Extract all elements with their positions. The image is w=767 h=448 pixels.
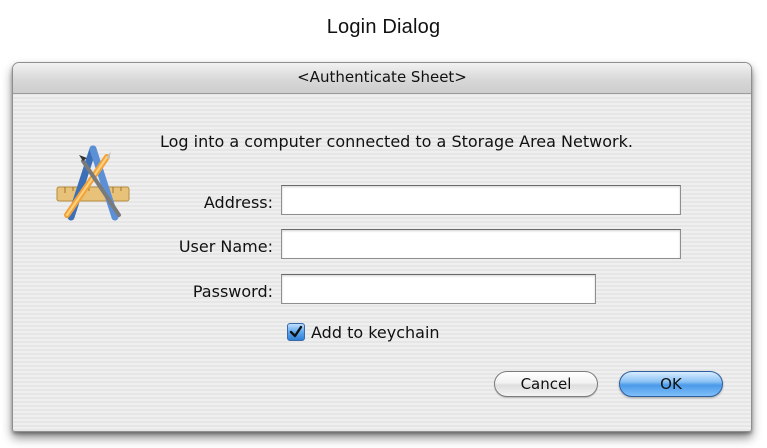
- sheet-title: <Authenticate Sheet>: [297, 68, 467, 86]
- page-caption: Login Dialog: [326, 16, 441, 38]
- password-label: Password:: [192, 282, 273, 301]
- sheet-titlebar: <Authenticate Sheet>: [13, 63, 751, 94]
- address-field[interactable]: [281, 185, 681, 215]
- keychain-checkbox-row[interactable]: Add to keychain: [287, 320, 440, 344]
- sheet-message: Log into a computer connected to a Stora…: [160, 132, 633, 151]
- keychain-checkbox[interactable]: [287, 323, 305, 341]
- password-field[interactable]: [281, 274, 596, 304]
- username-field[interactable]: [281, 229, 681, 259]
- keychain-label: Add to keychain: [311, 322, 440, 342]
- username-label: User Name:: [178, 237, 273, 256]
- cancel-button[interactable]: Cancel: [494, 371, 598, 397]
- ok-button[interactable]: OK: [619, 371, 723, 397]
- checkmark-icon: [289, 325, 303, 338]
- address-label: Address:: [203, 193, 273, 212]
- authenticate-sheet: <Authenticate Sheet> Log into a computer…: [12, 62, 752, 432]
